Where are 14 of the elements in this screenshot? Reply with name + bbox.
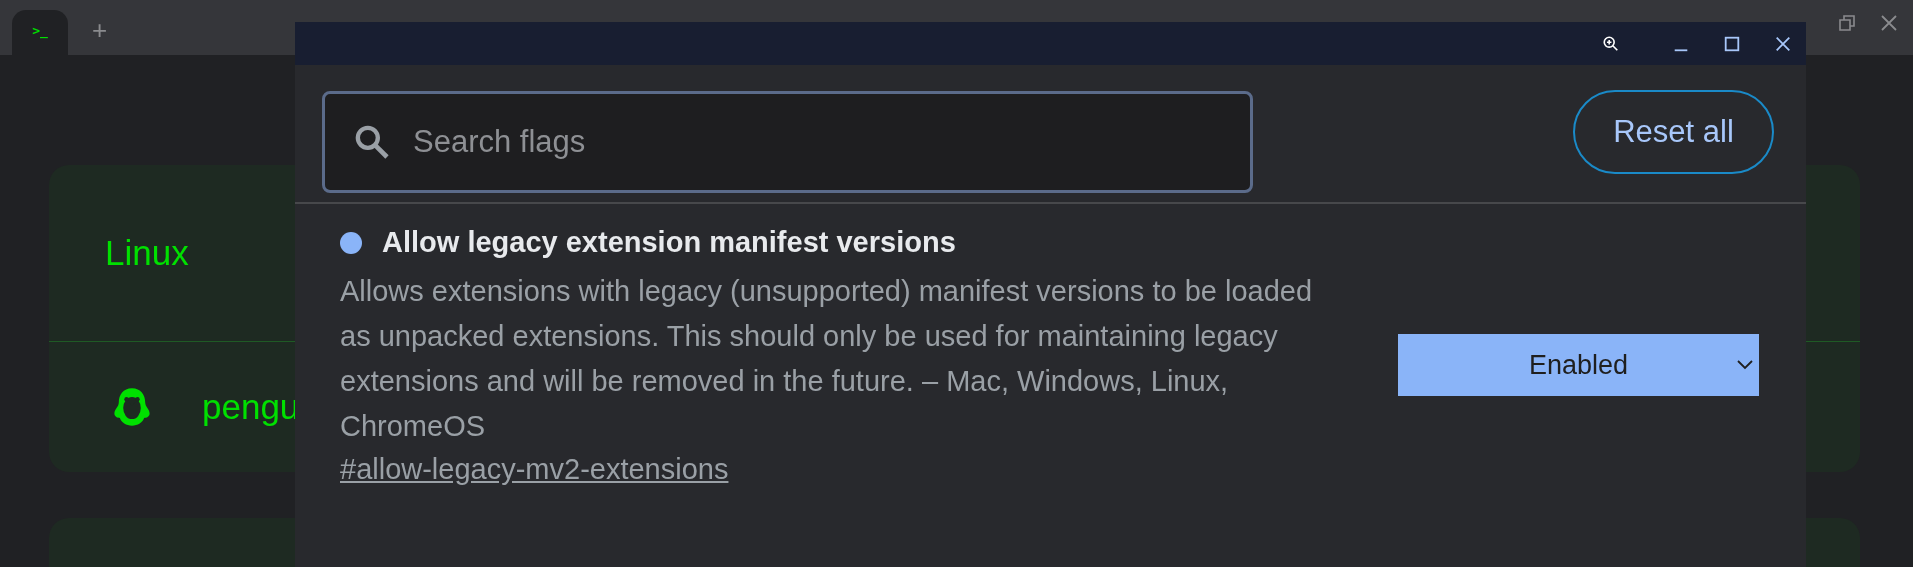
section-title: Linux xyxy=(105,233,189,273)
flag-description: Allows extensions with legacy (unsupported) manifest versions to be loaded as unpacked extensions. This should only be used for maintaining legacy extensions and will be removed in the future. – Mac, Windows, Linux, ChromeOS xyxy=(340,274,1314,444)
zoom-in-icon[interactable] xyxy=(1602,34,1620,53)
terminal-tab[interactable]: >_ xyxy=(12,10,68,55)
search-field[interactable]: Search flags xyxy=(322,90,1253,193)
new-tab-button[interactable]: + xyxy=(92,17,108,43)
caret-icon xyxy=(1737,360,1753,370)
maximize-icon[interactable] xyxy=(1723,34,1741,53)
restore-icon[interactable] xyxy=(1837,12,1857,33)
state-dropdown[interactable]: Enabled xyxy=(1398,334,1759,396)
reset-all-button[interactable]: Reset all xyxy=(1573,89,1774,174)
flag-title: Allow legacy extension manifest versions xyxy=(382,226,956,259)
flag-link[interactable]: #allow-legacy-mv2-extensions xyxy=(340,453,729,485)
close-icon[interactable] xyxy=(1774,34,1792,53)
